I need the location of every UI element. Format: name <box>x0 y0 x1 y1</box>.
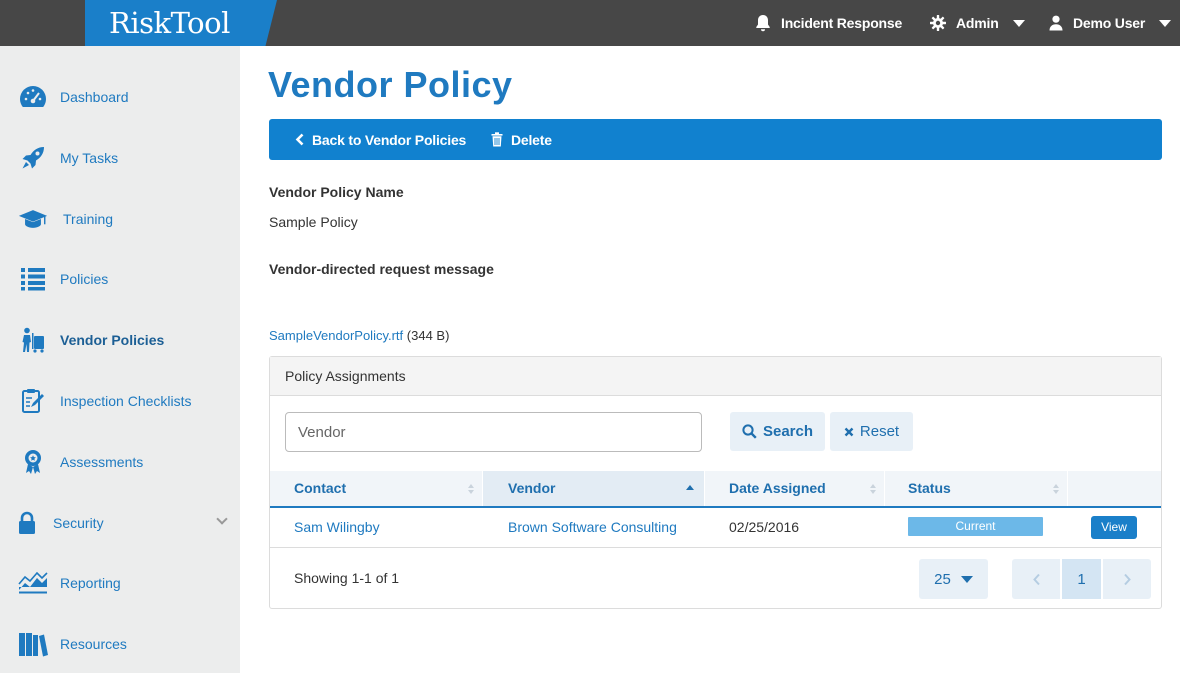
bell-icon <box>756 15 770 32</box>
gear-icon <box>930 15 946 31</box>
next-page-button[interactable] <box>1103 559 1151 599</box>
user-icon <box>1049 15 1063 31</box>
status-badge: Current <box>908 517 1043 536</box>
pagination-summary: Showing 1-1 of 1 <box>294 570 400 586</box>
sort-ascending-icon <box>686 485 694 490</box>
chevron-down-icon <box>1159 19 1172 27</box>
clipboard-icon <box>18 386 48 416</box>
chevron-down-icon <box>960 575 973 583</box>
vendor-icon <box>18 325 48 355</box>
user-label: Demo User <box>1073 15 1146 31</box>
attachment-size: (344 B) <box>406 328 450 343</box>
sort-icon <box>870 484 876 494</box>
attachment-link[interactable]: SampleVendorPolicy.rtf <box>269 328 403 343</box>
graduation-cap-icon <box>18 204 48 234</box>
sidebar-item-label: Assessments <box>60 454 144 470</box>
page-size-select[interactable]: 25 <box>919 559 988 599</box>
column-vendor[interactable]: Vendor <box>483 471 705 506</box>
lock-icon <box>12 508 42 538</box>
chevron-down-icon <box>1012 19 1025 27</box>
sidebar-item-reporting[interactable]: Reporting <box>0 561 240 605</box>
action-bar: Back to Vendor Policies Delete <box>269 119 1162 160</box>
rocket-icon <box>18 143 48 173</box>
request-message-label: Vendor-directed request message <box>269 261 494 277</box>
logo[interactable]: RiskTool <box>85 0 277 46</box>
dashboard-icon <box>18 82 48 112</box>
vendor-search-input[interactable] <box>285 412 702 452</box>
list-icon <box>18 264 48 294</box>
delete-label: Delete <box>511 131 552 148</box>
view-button[interactable]: View <box>1091 516 1137 539</box>
sidebar-item-training[interactable]: Training <box>0 197 240 241</box>
panel-heading: Policy Assignments <box>270 357 1161 396</box>
admin-label: Admin <box>956 15 999 31</box>
attachment: SampleVendorPolicy.rtf (344 B) <box>269 328 449 343</box>
sidebar-item-inspection-checklists[interactable]: Inspection Checklists <box>0 379 240 423</box>
incident-response-label: Incident Response <box>781 15 903 31</box>
sidebar-item-security[interactable]: Security <box>0 501 240 545</box>
chevron-down-icon <box>216 513 228 525</box>
page-number: 1 <box>1077 570 1086 588</box>
sidebar: Dashboard My Tasks Training Policies Ven… <box>0 46 240 673</box>
books-icon <box>18 629 48 659</box>
ribbon-icon <box>18 447 48 477</box>
sidebar-item-label: Security <box>53 515 104 531</box>
column-date-assigned[interactable]: Date Assigned <box>705 471 885 506</box>
trash-icon <box>491 132 503 147</box>
column-label: Date Assigned <box>729 480 826 496</box>
user-menu[interactable]: Demo User <box>1049 0 1172 46</box>
reset-button[interactable]: Reset <box>830 412 913 451</box>
vendor-policy-name-label: Vendor Policy Name <box>269 184 404 200</box>
close-icon <box>844 427 854 436</box>
incident-response-link[interactable]: Incident Response <box>755 0 902 46</box>
chart-icon <box>18 568 48 598</box>
page-1-button[interactable]: 1 <box>1062 559 1101 599</box>
top-bar: RiskTool Incident Response Admin Demo Us… <box>0 0 1180 46</box>
search-icon <box>742 424 757 439</box>
column-status[interactable]: Status <box>885 471 1068 506</box>
table-header: Contact Vendor Date Assigned Status <box>270 471 1161 508</box>
admin-menu[interactable]: Admin <box>930 0 1025 46</box>
sidebar-item-label: Reporting <box>60 575 121 591</box>
sidebar-item-my-tasks[interactable]: My Tasks <box>0 136 240 180</box>
search-label: Search <box>762 423 814 440</box>
sidebar-item-label: Policies <box>60 271 109 287</box>
sidebar-item-label: Training <box>63 211 114 227</box>
back-button[interactable]: Back to Vendor Policies <box>295 119 466 160</box>
date-assigned-value: 02/25/2016 <box>729 519 800 535</box>
reset-label: Reset <box>859 423 900 440</box>
sidebar-item-assessments[interactable]: Assessments <box>0 440 240 484</box>
prev-page-button[interactable] <box>1012 559 1060 599</box>
page-title: Vendor Policy <box>268 64 513 105</box>
sort-icon <box>468 484 474 494</box>
contact-link[interactable]: Sam Wilingby <box>294 508 380 546</box>
vendor-policy-name-value: Sample Policy <box>269 214 358 230</box>
chevron-right-icon <box>1123 573 1131 585</box>
sidebar-item-policies[interactable]: Policies <box>0 257 240 301</box>
column-label: Status <box>908 480 951 496</box>
search-button[interactable]: Search <box>730 412 825 451</box>
sidebar-item-dashboard[interactable]: Dashboard <box>0 75 240 119</box>
vendor-link[interactable]: Brown Software Consulting <box>508 508 677 546</box>
sidebar-item-resources[interactable]: Resources <box>0 622 240 666</box>
sidebar-item-label: Resources <box>60 636 127 652</box>
table-row: Sam Wilingby Brown Software Consulting 0… <box>270 508 1161 548</box>
sidebar-item-label: Vendor Policies <box>60 332 165 348</box>
column-label: Vendor <box>508 480 556 496</box>
back-label: Back to Vendor Policies <box>312 131 467 148</box>
sidebar-item-label: Dashboard <box>60 89 129 105</box>
column-actions <box>1068 471 1161 506</box>
page-size-value: 25 <box>934 570 951 588</box>
column-label: Contact <box>294 480 347 496</box>
sidebar-item-label: My Tasks <box>60 150 119 166</box>
policy-assignments-panel: Policy Assignments Search Reset Contact … <box>269 356 1162 609</box>
chevron-left-icon <box>295 133 304 146</box>
logo-text: RiskTool <box>109 6 230 40</box>
sidebar-item-label: Inspection Checklists <box>60 393 192 409</box>
delete-button[interactable]: Delete <box>491 119 552 160</box>
column-contact[interactable]: Contact <box>270 471 483 506</box>
sort-icon <box>1053 484 1059 494</box>
chevron-left-icon <box>1032 573 1040 585</box>
sidebar-item-vendor-policies[interactable]: Vendor Policies <box>0 318 240 362</box>
